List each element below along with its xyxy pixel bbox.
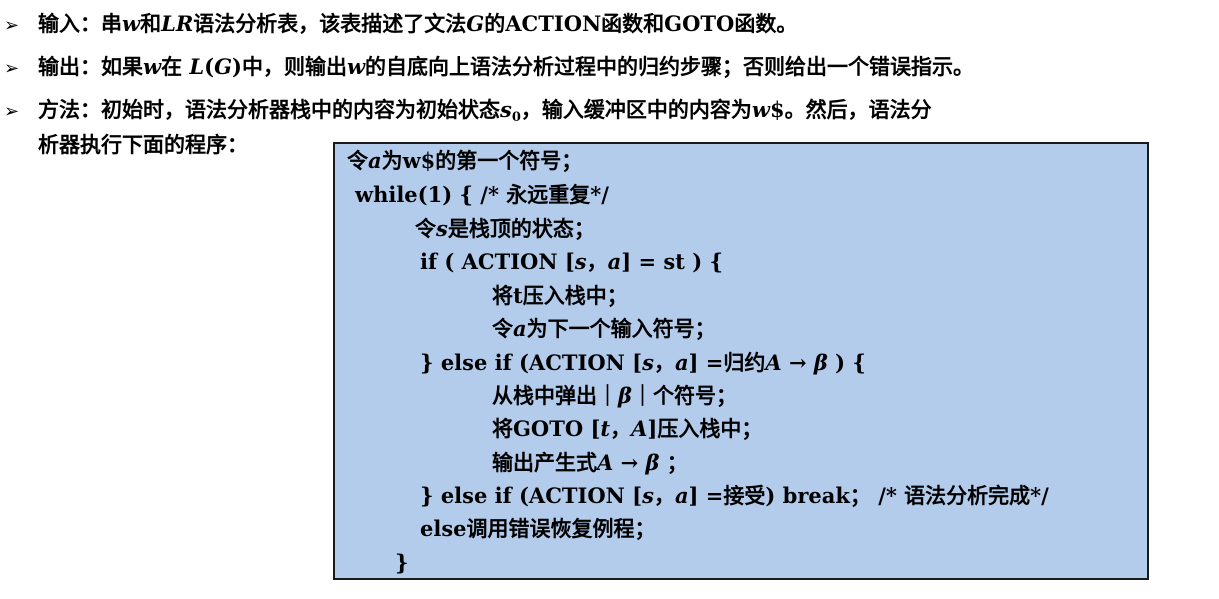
code-line: if ( ACTION [s，a] = st ) { [420,249,723,274]
bullet-input: ➢ 输入：串w和LR语法分析表，该表描述了文法G的ACTION函数和GOTO函数。 [4,9,797,41]
code-line: while(1) { /* 永远重复*/ [355,182,609,207]
code-line: else调用错误恢复例程； [420,516,656,541]
code-line: 令s是栈顶的状态； [415,216,595,241]
bullet-output: ➢ 输出：如果w在 L(G)中，则输出w的自底向上语法分析过程中的归约步骤；否则给… [4,52,974,84]
code-line: 输出产生式A → β ； [492,450,688,475]
arrow-bullet-icon: ➢ [4,101,20,122]
code-line: } else if (ACTION [s，a] =接受) break； /* 语… [420,483,1049,508]
code-line: 将t压入栈中； [492,283,628,308]
code-line: } [395,550,409,575]
code-line: 从栈中弹出｜β｜个符号； [492,383,737,408]
arrow-bullet-icon: ➢ [4,15,20,36]
code-line: 令a为下一个输入符号； [492,316,716,341]
bullet-method: ➢ 方法：初始时，语法分析器栈中的内容为初始状态s0，输入缓冲区中的内容为w$。然… [4,97,932,125]
bullet-method-continuation: 析器执行下面的程序： [38,132,248,157]
code-line: 将GOTO [t，A]压入栈中； [492,416,763,441]
code-line: 令a为w$的第一个符号； [347,148,583,173]
algorithm-code-box: 令a为w$的第一个符号； while(1) { /* 永远重复*/ 令s是栈顶的… [333,142,1149,580]
arrow-bullet-icon: ➢ [4,58,20,79]
code-line: } else if (ACTION [s，a] =归约A → β ) { [420,350,866,375]
